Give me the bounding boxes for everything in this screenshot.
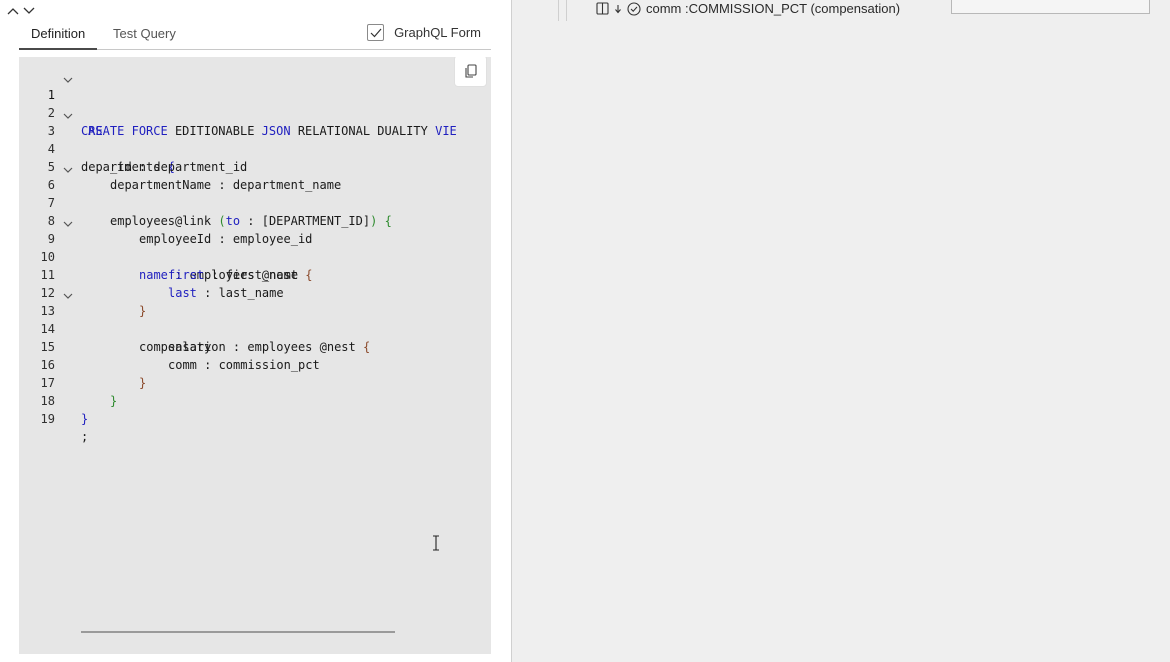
- code-line: 3 departments {: [19, 104, 175, 174]
- bracket-token: ): [370, 214, 378, 228]
- arrow-down-icon: [614, 4, 622, 14]
- code-token: salary: [168, 340, 212, 354]
- code-token: EDITIONABLE: [174, 124, 255, 138]
- code-line: 5 departmentName : department_name: [19, 140, 341, 192]
- tree-row-comm[interactable]: comm :COMMISSION_PCT (compensation): [596, 0, 900, 17]
- chevron-up-icon[interactable]: [6, 4, 20, 18]
- tree-row-label: comm :COMMISSION_PCT (compensation): [646, 1, 901, 16]
- code-line: 18 }: [19, 374, 89, 426]
- checkmark-icon: [370, 28, 382, 37]
- code-token: RELATIONAL DUALITY: [297, 124, 428, 138]
- code-line: 11 last : last_name: [19, 248, 284, 300]
- bracket-token: (: [218, 214, 226, 228]
- keyword-token: first: [168, 268, 205, 282]
- chevron-down-icon[interactable]: [22, 4, 36, 18]
- line-number: 19: [40, 412, 55, 426]
- copy-icon: [464, 63, 477, 78]
- tab-test-query[interactable]: Test Query: [101, 20, 188, 48]
- bracket-token: }: [110, 394, 118, 408]
- code-token: employeeId : employee_id: [139, 232, 313, 246]
- bracket-token: }: [139, 376, 147, 390]
- text-cursor-icon: [432, 535, 440, 556]
- horizontal-scrollbar[interactable]: [81, 631, 395, 633]
- bracket-token: {: [305, 268, 313, 282]
- keyword-token: VIE: [435, 124, 457, 138]
- keyword-token: JSON: [261, 124, 291, 138]
- code-line: 10 first : first_name: [19, 230, 299, 282]
- keyword-token: name: [139, 268, 168, 282]
- code-line: 1 CREATE FORCE EDITIONABLE JSON RELATION…: [19, 68, 457, 138]
- code-token: @link: [175, 214, 212, 228]
- code-line: 8 employeeId : employee_id: [19, 194, 313, 246]
- graphql-form-toggle[interactable]: GraphQL Form: [367, 24, 481, 41]
- copy-button[interactable]: [454, 57, 487, 87]
- right-panel: comm :COMMISSION_PCT (compensation): [512, 0, 1170, 662]
- tree-guides: [558, 0, 570, 21]
- check-circle-icon: [627, 1, 641, 16]
- keyword-token: AS: [88, 124, 103, 138]
- code-token: : [DEPARTMENT_ID]: [240, 214, 371, 228]
- keyword-token: FORCE: [131, 124, 168, 138]
- graphql-form-checkbox[interactable]: [367, 24, 385, 41]
- code-line: 16 }: [19, 338, 147, 390]
- split-panel-icon[interactable]: [596, 2, 609, 15]
- code-line: 12 }: [19, 266, 147, 318]
- code-line: 13 compensation : employees @nest {: [19, 284, 370, 354]
- graphql-form-label: GraphQL Form: [394, 25, 481, 40]
- code-token: : last_name: [196, 286, 284, 300]
- code-editor[interactable]: 1 CREATE FORCE EDITIONABLE JSON RELATION…: [19, 57, 491, 654]
- value-input[interactable]: [951, 0, 1150, 14]
- code-token: employees: [110, 214, 176, 228]
- code-line: 6 employees: [19, 158, 175, 228]
- code-token: comm : commission_pct: [168, 358, 320, 372]
- keyword-token: last: [168, 286, 197, 300]
- left-panel: Definition Test Query GraphQL Form 1 CRE…: [0, 0, 512, 662]
- collapse-controls: [6, 4, 36, 18]
- code-token: : first_name: [204, 268, 299, 282]
- bracket-token: }: [81, 412, 89, 426]
- fold-chevron-icon[interactable]: [63, 288, 73, 299]
- bracket-token: {: [362, 340, 371, 354]
- code-token: _id : department_id: [110, 160, 248, 174]
- bracket-token: }: [139, 304, 147, 318]
- code-line: 2 AS: [19, 86, 103, 138]
- fold-chevron-icon[interactable]: [63, 162, 73, 173]
- tab-bar: Definition Test Query GraphQL Form: [19, 20, 491, 50]
- code-line: 9 name : employees @nest {: [19, 212, 312, 282]
- fold-chevron-icon[interactable]: [63, 216, 73, 227]
- code-token: departmentName : department_name: [110, 178, 342, 192]
- code-line: 4 _id : department_id: [19, 122, 248, 174]
- code-token: ;: [81, 430, 89, 444]
- code-line: 7 @link (to : [DEPARTMENT_ID]) {: [19, 176, 392, 228]
- fold-chevron-icon[interactable]: [63, 108, 73, 119]
- code-line: 15 comm : commission_pct: [19, 320, 320, 372]
- code-line: 14 salary: [19, 302, 212, 354]
- bracket-token: {: [384, 214, 392, 228]
- fold-chevron-icon[interactable]: [63, 72, 73, 83]
- code-line: 19 ;: [19, 392, 89, 444]
- tab-definition[interactable]: Definition: [19, 20, 98, 50]
- code-line: 17 }: [19, 356, 118, 408]
- keyword-token: to: [225, 214, 241, 228]
